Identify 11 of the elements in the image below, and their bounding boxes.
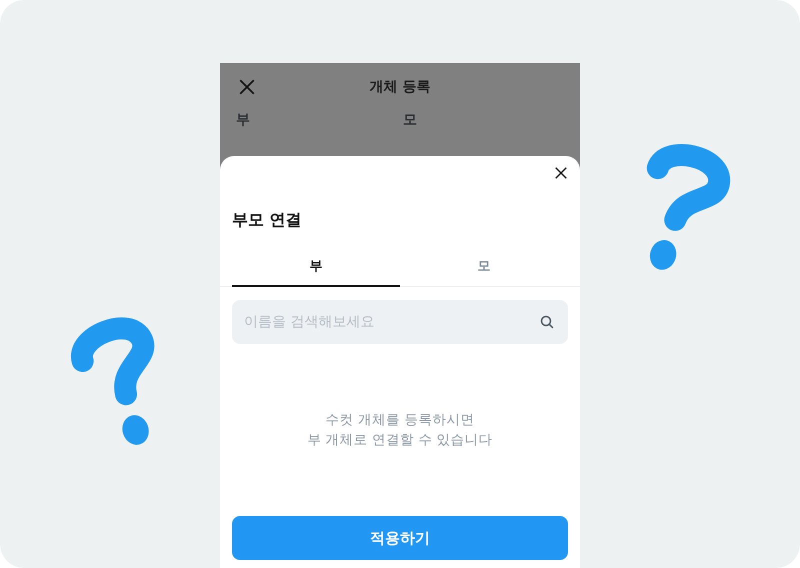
tab[interactable]: 모 — [400, 247, 568, 287]
search-field[interactable]: 이름을 검색해보세요 — [232, 300, 568, 344]
column-label: 부 — [236, 111, 250, 129]
empty-message: 수컷 개체를 등록하시면 부 개체로 연결할 수 있습니다 — [307, 411, 493, 450]
close-icon[interactable] — [554, 166, 568, 180]
screen-title: 개체 등록 — [370, 78, 430, 96]
column-label: 모 — [403, 111, 417, 129]
apply-button[interactable]: 적용하기 — [232, 516, 568, 560]
tab[interactable]: 부 — [232, 247, 400, 287]
sheet-title: 부모 연결 — [232, 210, 302, 231]
search-icon[interactable] — [540, 315, 554, 329]
